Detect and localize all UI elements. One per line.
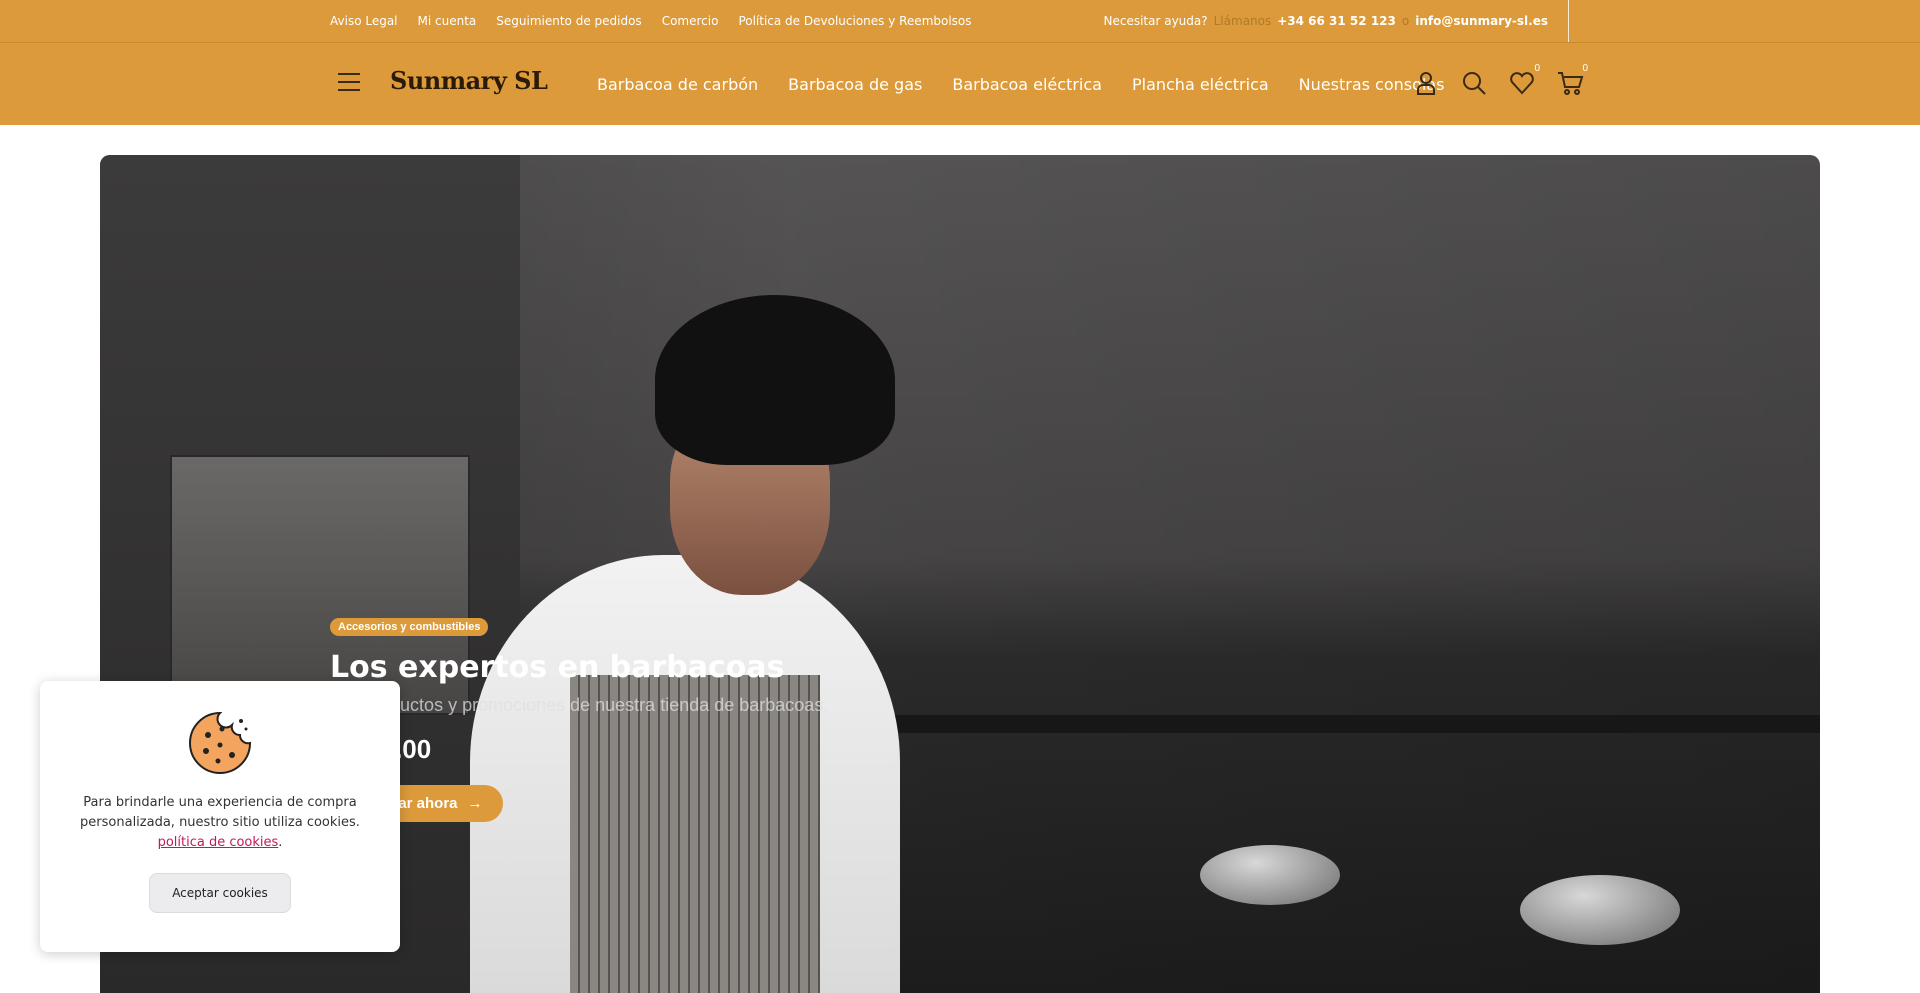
or-label: o	[1401, 14, 1410, 28]
main-nav: Barbacoa de carbón Barbacoa de gas Barba…	[597, 43, 1444, 125]
phone-number[interactable]: +34 66 31 52 123	[1277, 14, 1396, 28]
help-contact: Necesitar ayuda? Llámanos +34 66 31 52 1…	[1103, 0, 1548, 42]
link-mi-cuenta[interactable]: Mi cuenta	[418, 14, 477, 28]
cookie-banner: Para brindarle una experiencia de compra…	[40, 681, 400, 952]
topbar-divider	[1568, 0, 1569, 42]
nav-plancha-electrica[interactable]: Plancha eléctrica	[1132, 75, 1269, 94]
cookie-text: Para brindarle una experiencia de compra…	[70, 793, 370, 853]
wishlist-icon[interactable]: 0	[1508, 63, 1540, 99]
search-icon[interactable]	[1460, 67, 1488, 99]
help-label: Necesitar ayuda?	[1103, 14, 1208, 28]
wishlist-count: 0	[1534, 63, 1540, 74]
hero-price: € 109.00	[330, 734, 828, 765]
link-devoluciones[interactable]: Política de Devoluciones y Reembolsos	[738, 14, 971, 28]
nav-barbacoa-electrica[interactable]: Barbacoa eléctrica	[952, 75, 1102, 94]
account-icon[interactable]	[1412, 67, 1440, 99]
link-seguimiento-pedidos[interactable]: Seguimiento de pedidos	[496, 14, 641, 28]
hero-badge: Accesorios y combustibles	[330, 618, 489, 636]
hero-image-chef-hat	[655, 295, 895, 465]
link-aviso-legal[interactable]: Aviso Legal	[330, 14, 398, 28]
header-icons: 0 0	[1412, 63, 1588, 99]
nav-barbacoa-carbon[interactable]: Barbacoa de carbón	[597, 75, 758, 94]
link-comercio[interactable]: Comercio	[662, 14, 719, 28]
hero-image-bowl	[1520, 875, 1680, 945]
hero-image-bowl	[1200, 845, 1340, 905]
cart-icon[interactable]: 0	[1556, 63, 1588, 99]
hero-subtitle: Los productos y promociones de nuestra t…	[330, 695, 829, 715]
logo[interactable]: Sunmary SL	[390, 66, 548, 95]
cookie-policy-link[interactable]: política de cookies	[158, 835, 279, 850]
hamburger-menu-icon[interactable]	[338, 73, 360, 93]
hero-content: Accesorios y combustibles Los expertos e…	[330, 617, 828, 822]
nav-barbacoa-gas[interactable]: Barbacoa de gas	[788, 75, 922, 94]
cookie-message: Para brindarle una experiencia de compra…	[80, 795, 360, 830]
cookie-icon	[186, 709, 254, 777]
main-header: Sunmary SL Barbacoa de carbón Barbacoa d…	[0, 43, 1920, 125]
top-bar: Aviso Legal Mi cuenta Seguimiento de ped…	[0, 0, 1920, 43]
hero-title: Los expertos en barbacoas	[330, 650, 785, 685]
call-label: Llámanos	[1213, 14, 1272, 28]
email-address[interactable]: info@sunmary-sl.es	[1415, 14, 1548, 28]
cookie-period: .	[278, 835, 283, 850]
top-links: Aviso Legal Mi cuenta Seguimiento de ped…	[330, 0, 972, 42]
cart-count: 0	[1582, 63, 1588, 74]
accept-cookies-button[interactable]: Aceptar cookies	[149, 873, 291, 913]
arrow-right-icon: →	[467, 795, 483, 812]
